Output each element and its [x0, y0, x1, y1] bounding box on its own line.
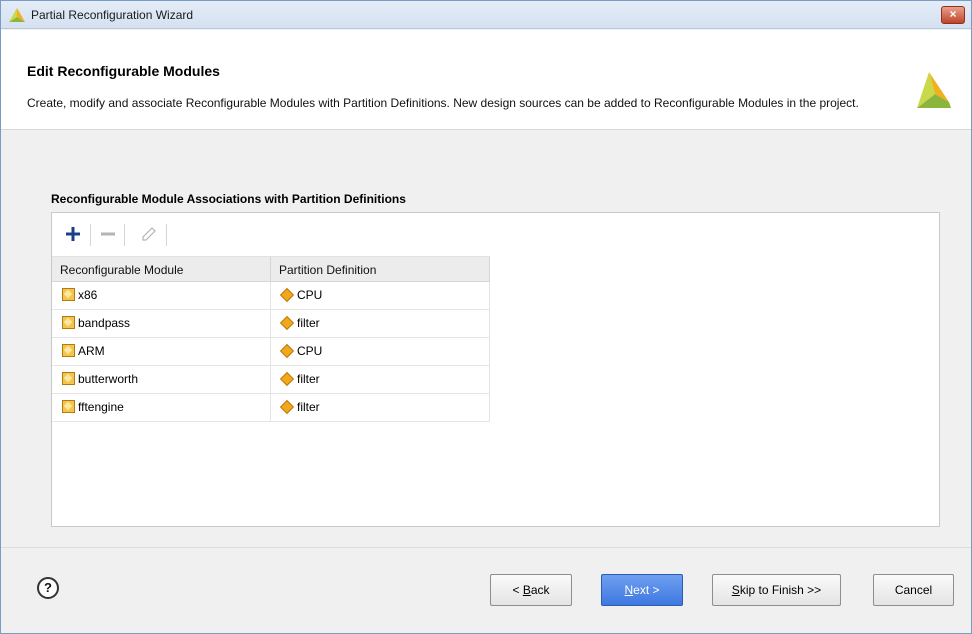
pencil-icon — [142, 227, 156, 241]
wizard-header: Edit Reconfigurable Modules Create, modi… — [1, 30, 971, 130]
title-bar[interactable]: Partial Reconfiguration Wizard × — [1, 1, 971, 29]
skip-mnemonic: S — [731, 583, 740, 597]
table-row[interactable]: x86 CPU — [52, 282, 490, 310]
partition-name: CPU — [297, 288, 323, 302]
table-header: Reconfigurable Module Partition Definiti… — [52, 256, 490, 283]
add-button[interactable] — [62, 223, 84, 245]
table-row[interactable]: butterworth filter — [52, 366, 490, 394]
partition-icon — [279, 315, 295, 331]
page-title: Edit Reconfigurable Modules — [27, 63, 220, 79]
module-icon — [62, 372, 75, 385]
footer-divider — [1, 547, 971, 548]
module-icon — [62, 400, 75, 413]
section-title: Reconfigurable Module Associations with … — [51, 192, 406, 206]
wizard-window: Partial Reconfiguration Wizard × Edit Re… — [0, 0, 972, 634]
associations-panel: Reconfigurable Module Partition Definiti… — [51, 212, 940, 527]
help-button[interactable]: ? — [37, 577, 59, 599]
table-row[interactable]: bandpass filter — [52, 310, 490, 338]
skip-to-finish-button[interactable]: Skip to Finish >> — [712, 574, 841, 606]
back-prefix: < — [512, 583, 523, 597]
next-button[interactable]: Next > — [601, 574, 683, 606]
back-label: ack — [530, 583, 550, 597]
table-row[interactable]: fftengine filter — [52, 394, 490, 422]
toolbar-divider — [166, 224, 167, 246]
next-mnemonic: N — [624, 583, 634, 597]
column-header-module[interactable]: Reconfigurable Module — [52, 257, 271, 283]
edit-button[interactable] — [138, 223, 160, 245]
table-row[interactable]: ARM CPU — [52, 338, 490, 366]
module-name: fftengine — [78, 400, 124, 414]
minus-icon — [101, 232, 115, 236]
module-name: x86 — [78, 288, 98, 302]
remove-button[interactable] — [97, 223, 119, 245]
close-button[interactable]: × — [941, 6, 965, 24]
partition-name: CPU — [297, 344, 323, 358]
partition-icon — [279, 371, 295, 387]
toolbar-divider — [124, 224, 125, 246]
vivado-logo-icon — [917, 72, 951, 108]
partition-icon — [279, 399, 295, 415]
table-body: x86 CPU bandpass filter ARM CPU butterwo… — [52, 282, 490, 422]
table-toolbar — [52, 213, 939, 255]
module-name: bandpass — [78, 316, 131, 330]
partition-name: filter — [297, 316, 320, 330]
next-label: ext > — [633, 583, 660, 597]
partition-icon — [279, 287, 295, 303]
partition-name: filter — [297, 400, 320, 414]
module-icon — [62, 344, 75, 357]
window-title: Partial Reconfiguration Wizard — [31, 8, 194, 22]
toolbar-divider — [90, 224, 91, 246]
module-name: butterworth — [78, 372, 139, 386]
page-description: Create, modify and associate Reconfigura… — [27, 96, 859, 110]
partition-name: filter — [297, 372, 320, 386]
skip-label: kip to Finish >> — [739, 583, 822, 597]
module-name: ARM — [78, 344, 105, 358]
column-header-partition[interactable]: Partition Definition — [271, 257, 490, 283]
partition-icon — [279, 343, 295, 359]
cancel-button[interactable]: Cancel — [873, 574, 954, 606]
back-button[interactable]: < Back — [490, 574, 572, 606]
plus-icon — [66, 227, 80, 241]
module-icon — [62, 288, 75, 301]
module-icon — [62, 316, 75, 329]
vivado-logo-icon — [9, 8, 25, 22]
back-mnemonic: B — [522, 583, 531, 597]
